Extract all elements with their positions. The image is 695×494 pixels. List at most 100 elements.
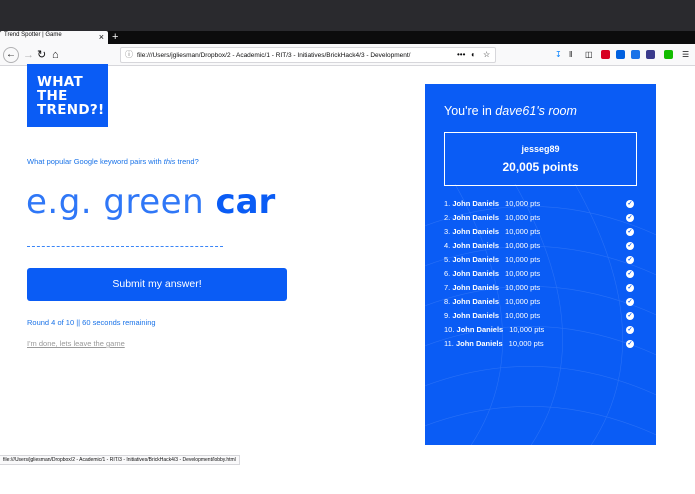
question-prompt: What popular Google keyword pairs with t… (27, 157, 199, 166)
player-name: John Daniels (452, 255, 500, 264)
rank: 4. (444, 241, 451, 250)
rank: 9. (444, 311, 451, 320)
check-icon: ✓ (626, 312, 634, 320)
player-name: John Daniels (456, 325, 504, 334)
extension-grid-icon[interactable] (646, 50, 655, 59)
points: 10,000 pts (505, 269, 541, 278)
url-bar[interactable]: ⓘ file:///Users/jgliesman/Dropbox/2 - Ac… (120, 47, 496, 63)
room-title-pre: You're in (444, 104, 496, 118)
logo-line-2: THE (37, 88, 68, 104)
room-panel: You're in dave61's room jesseg89 20,005 … (425, 84, 656, 445)
points: 10,000 pts (505, 283, 541, 292)
points: 10,000 pts (509, 325, 545, 334)
tab-strip-background (0, 0, 695, 31)
points: 10,000 pts (505, 227, 541, 236)
tab-title: Trend Spotter | Game (4, 32, 62, 38)
player-name: John Daniels (452, 283, 500, 292)
question-pre: What popular Google keyword pairs with (27, 157, 164, 166)
player-points: 20,005 points (502, 160, 579, 174)
sidebar-icon[interactable]: ◫ (585, 49, 593, 61)
extension-red-icon[interactable] (601, 50, 610, 59)
player-name: John Daniels (452, 213, 500, 222)
leaderboard-row: 9. John Daniels 10,000 pts ✓ (444, 309, 639, 323)
leaderboard-row: 4. John Daniels 10,000 pts ✓ (444, 239, 639, 253)
rank: 7. (444, 283, 451, 292)
url-text[interactable]: file:///Users/jgliesman/Dropbox/2 - Acad… (137, 50, 457, 61)
player-name: John Daniels (452, 199, 500, 208)
answer-input-underline[interactable] (27, 246, 223, 247)
leaderboard-row: 7. John Daniels 10,000 pts ✓ (444, 281, 639, 295)
status-bar-url: file:///Users/jgliesman/Dropbox/2 - Acad… (0, 455, 240, 465)
logo-line-1: WHAT (37, 74, 83, 90)
rank: 10. (444, 325, 455, 334)
page-actions-icon[interactable]: ••• (457, 49, 465, 61)
rank: 11. (444, 339, 454, 348)
check-icon: ✓ (626, 326, 634, 334)
leaderboard-row: 10. John Daniels 10,000 pts ✓ (444, 323, 639, 337)
check-icon: ✓ (626, 298, 634, 306)
leaderboard-row: 6. John Daniels 10,000 pts ✓ (444, 267, 639, 281)
check-icon: ✓ (626, 284, 634, 292)
leaderboard-row: 5. John Daniels 10,000 pts ✓ (444, 253, 639, 267)
check-icon: ✓ (626, 270, 634, 278)
current-player-card: jesseg89 20,005 points (444, 132, 637, 186)
player-name: John Daniels (452, 297, 500, 306)
tab-close-icon[interactable]: × (99, 31, 104, 43)
leave-game-link[interactable]: I'm done, lets leave the game (27, 339, 125, 348)
check-icon: ✓ (626, 340, 634, 348)
player-name: John Daniels (452, 227, 500, 236)
reload-icon[interactable]: ↻ (37, 47, 46, 63)
menu-icon[interactable]: ☰ (682, 49, 689, 61)
extension-blue-icon[interactable] (616, 50, 625, 59)
points: 10,000 pts (505, 297, 541, 306)
round-status: Round 4 of 10 || 60 seconds remaining (27, 318, 156, 327)
player-name: John Daniels (455, 339, 503, 348)
leaderboard-row: 11. John Daniels 10,000 pts ✓ (444, 337, 639, 351)
question-emphasis: this (163, 157, 176, 166)
player-name: jesseg89 (521, 144, 560, 154)
example-bold-text: car (215, 182, 276, 222)
bookmark-star-icon[interactable]: ☆ (483, 49, 490, 61)
points: 10,000 pts (505, 311, 541, 320)
rank: 6. (444, 269, 451, 278)
extension-green-icon[interactable] (664, 50, 673, 59)
leaderboard-row: 3. John Daniels 10,000 pts ✓ (444, 225, 639, 239)
library-icon[interactable]: ‖ (569, 49, 572, 61)
points: 10,000 pts (505, 255, 541, 264)
leaderboard-row: 8. John Daniels 10,000 pts ✓ (444, 295, 639, 309)
question-post: trend? (175, 157, 199, 166)
leaderboard-row: 1. John Daniels 10,000 pts ✓ (444, 197, 639, 211)
extension-mail-icon[interactable] (631, 50, 640, 59)
new-tab-icon[interactable]: + (112, 31, 118, 43)
answer-example[interactable]: e.g. green car (26, 182, 275, 222)
player-name: John Daniels (452, 241, 500, 250)
check-icon: ✓ (626, 242, 634, 250)
rank: 8. (444, 297, 451, 306)
rank: 5. (444, 255, 451, 264)
leaderboard-list: 1. John Daniels 10,000 pts ✓ 2. John Danie… (444, 197, 639, 351)
points: 10,000 pts (505, 199, 541, 208)
check-icon: ✓ (626, 256, 634, 264)
check-icon: ✓ (626, 228, 634, 236)
leaderboard-row: 2. John Daniels 10,000 pts ✓ (444, 211, 639, 225)
check-icon: ✓ (626, 200, 634, 208)
home-icon[interactable]: ⌂ (52, 47, 59, 63)
room-name: dave61's room (495, 104, 577, 118)
logo-line-3: TREND?! (37, 102, 105, 118)
pocket-icon[interactable]: ◐ (471, 49, 476, 61)
points: 10,000 pts (508, 339, 544, 348)
download-icon[interactable]: ↧ (555, 49, 562, 61)
browser-navbar: ← → ↻ ⌂ ⓘ file:///Users/jgliesman/Dropbo… (0, 44, 695, 66)
app-logo: WHAT THE TREND?! (27, 64, 108, 127)
back-arrow-icon[interactable]: ← (3, 47, 19, 63)
info-icon[interactable]: ⓘ (125, 49, 133, 61)
rank: 3. (444, 227, 451, 236)
browser-tab[interactable]: Trend Spotter | Game × (0, 31, 108, 44)
submit-answer-button[interactable]: Submit my answer! (27, 268, 287, 301)
browser-tab-strip: Trend Spotter | Game × + (0, 0, 695, 44)
check-icon: ✓ (626, 214, 634, 222)
points: 10,000 pts (505, 213, 541, 222)
room-title: You're in dave61's room (444, 104, 577, 118)
example-light-text: e.g. green (26, 182, 216, 222)
forward-arrow-icon[interactable]: → (23, 47, 34, 63)
